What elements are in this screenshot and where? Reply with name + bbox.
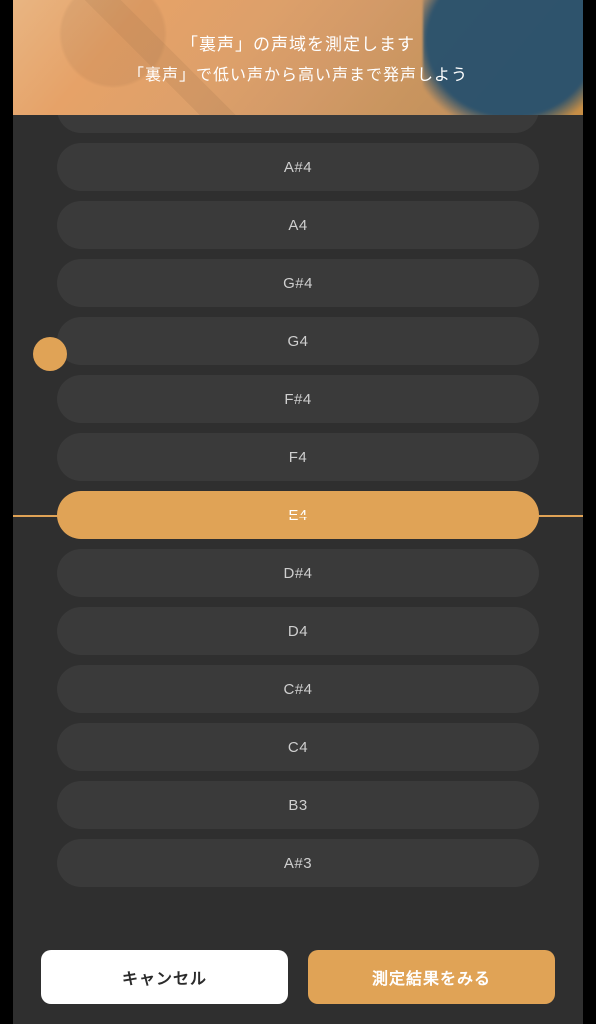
pitch-list[interactable]: B4A#4A4G#4G4F#4F4E4D#4D4C#4C4B3A#3 — [13, 115, 583, 897]
pitch-row-Gsharp4[interactable]: G#4 — [57, 259, 539, 307]
header-subtitle: 「裏声」で低い声から高い声まで発声しよう — [128, 61, 468, 85]
pitch-row-label: D4 — [288, 623, 308, 640]
pitch-row-label: F4 — [289, 449, 308, 466]
pitch-list-viewport: B4A#4A4G#4G4F#4F4E4D#4D4C#4C4B3A#3 — [13, 115, 583, 929]
pitch-row-label: C#4 — [283, 681, 312, 698]
pitch-indicator-line — [13, 515, 583, 517]
pitch-row-label: A4 — [288, 217, 307, 234]
pitch-row-Asharp4[interactable]: A#4 — [57, 143, 539, 191]
pitch-row-D4[interactable]: D4 — [57, 607, 539, 655]
pitch-row-Fsharp4[interactable]: F#4 — [57, 375, 539, 423]
app-root: 「裏声」の声域を測定します 「裏声」で低い声から高い声まで発声しよう B4 A#4… — [13, 0, 583, 1024]
cancel-button[interactable]: キャンセル — [41, 950, 288, 1004]
pitch-row-label: B4 — [288, 115, 307, 118]
pitch-row-Csharp4[interactable]: C#4 — [57, 665, 539, 713]
pitch-row-G4[interactable]: G4 — [57, 317, 539, 365]
pitch-row-Asharp3[interactable]: A#3 — [57, 839, 539, 887]
pitch-row-Dsharp4[interactable]: D#4 — [57, 549, 539, 597]
pitch-row-F4[interactable]: F4 — [57, 433, 539, 481]
pitch-row-label: G#4 — [283, 275, 313, 292]
pitch-row-label: A#3 — [284, 855, 312, 872]
pitch-row-B3[interactable]: B3 — [57, 781, 539, 829]
footer-bar: キャンセル 測定結果をみる — [13, 929, 583, 1024]
pitch-row-label: C4 — [288, 739, 308, 756]
pitch-row-A4[interactable]: A4 — [57, 201, 539, 249]
pitch-row-label: B3 — [288, 797, 307, 814]
instruction-header: 「裏声」の声域を測定します 「裏声」で低い声から高い声まで発声しよう — [13, 0, 583, 115]
pitch-row-label: D#4 — [283, 565, 312, 582]
pitch-row-label: F#4 — [284, 391, 311, 408]
pitch-row-label: G4 — [287, 333, 308, 350]
header-title: 「裏声」の声域を測定します — [181, 30, 415, 55]
pitch-row-C4[interactable]: C4 — [57, 723, 539, 771]
pitch-indicator-dot — [33, 337, 67, 371]
view-results-button[interactable]: 測定結果をみる — [308, 950, 555, 1004]
pitch-row-label: A#4 — [284, 159, 312, 176]
pitch-row-B4[interactable]: B4 — [57, 115, 539, 133]
